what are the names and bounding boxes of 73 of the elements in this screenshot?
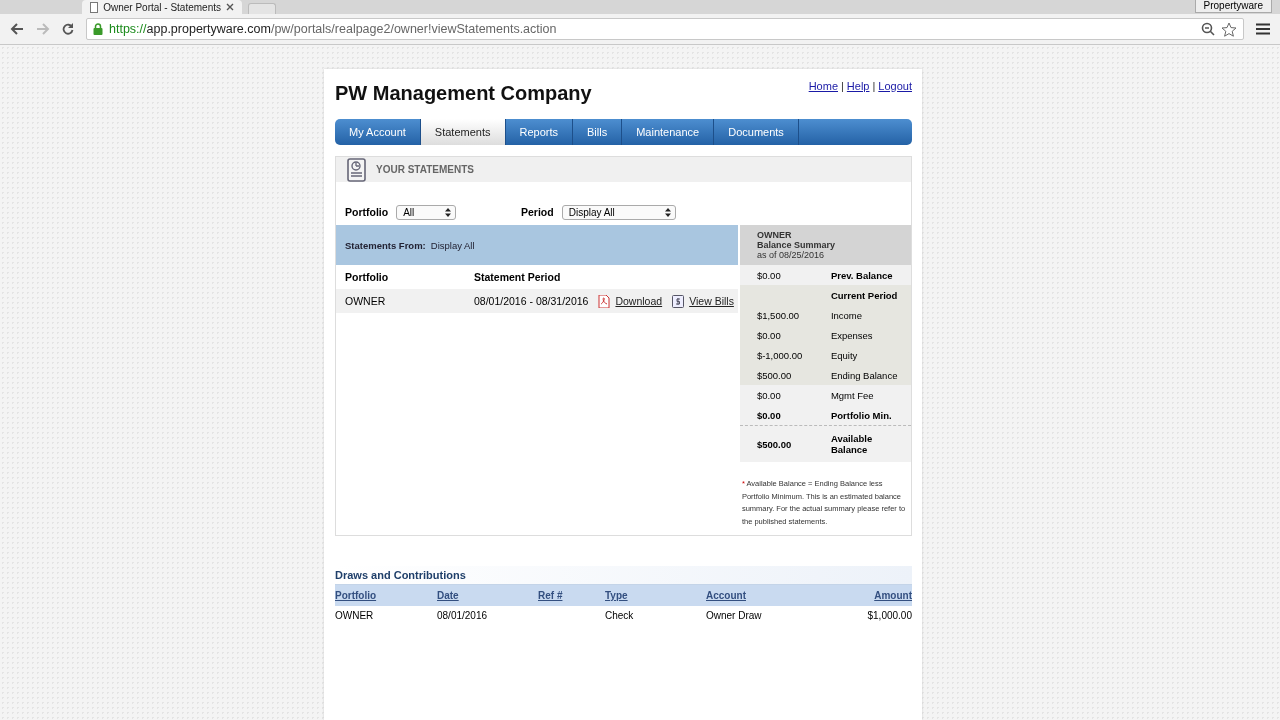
- browser-tab[interactable]: Owner Portal - Statements: [82, 0, 242, 14]
- summary-date: as of 08/25/2016: [756, 250, 825, 260]
- filter-label: Period: [521, 206, 554, 218]
- table-cell-text: 08/01/2016: [437, 610, 489, 621]
- filter-value: Display All: [430, 239, 475, 251]
- table-cell-text: $1,000.00: [866, 610, 912, 621]
- nav-tab[interactable]: Reports: [505, 119, 574, 145]
- summary-label: Prev. Balance: [830, 269, 894, 281]
- up-down-arrows-icon: [664, 207, 671, 217]
- column-header: Portfolio: [345, 271, 390, 283]
- summary-label: Expenses: [830, 329, 874, 341]
- summary-label: Equity: [830, 349, 859, 361]
- amount: $0.00: [756, 329, 782, 341]
- lock-icon: [93, 23, 103, 35]
- nav-tab[interactable]: Bills: [573, 119, 623, 145]
- column-header[interactable]: Type: [605, 590, 706, 601]
- download-link[interactable]: Download: [615, 295, 663, 307]
- separator: |: [872, 80, 876, 94]
- header-link[interactable]: Home: [808, 80, 838, 119]
- company-name: PW Management Company: [335, 82, 592, 106]
- tab-title: Owner Portal - Statements: [103, 1, 221, 13]
- summary-label: Mgmt Fee: [830, 389, 875, 401]
- amount: $0.00: [756, 409, 782, 421]
- separator: |: [841, 80, 844, 94]
- table-cell-text: Check: [605, 610, 635, 621]
- close-icon[interactable]: [226, 3, 234, 11]
- profile-button[interactable]: Propertyware: [1194, 0, 1272, 13]
- zoom-out-icon[interactable]: [1201, 22, 1215, 36]
- document-icon: [90, 1, 99, 13]
- amount: $0.00: [756, 269, 782, 281]
- column-header[interactable]: Account: [706, 590, 816, 601]
- summary-label: Portfolio Min.: [830, 409, 893, 421]
- header-link[interactable]: Logout: [878, 80, 912, 119]
- column-header[interactable]: Ref #: [538, 590, 605, 601]
- table-cell-text: OWNER: [335, 610, 375, 621]
- star-icon[interactable]: [1221, 21, 1237, 37]
- address-bar[interactable]: https://app.propertyware.com/pw/portals/realpage2/owner!viewStatements.action: [86, 18, 1244, 40]
- amount: $1,500.00: [756, 309, 801, 321]
- column-header[interactable]: Date: [437, 590, 538, 601]
- nav-tab[interactable]: My Account: [335, 119, 421, 145]
- amount: $-1,000.00: [756, 349, 804, 361]
- summary-owner: OWNER: [756, 230, 793, 240]
- amount: $500.00: [756, 369, 793, 381]
- summary-label: Available Balance: [830, 433, 874, 455]
- reload-icon[interactable]: [62, 23, 74, 35]
- select-field[interactable]: Display All: [561, 204, 676, 220]
- column-header[interactable]: Amount: [816, 590, 912, 601]
- nav-tab[interactable]: Maintenance: [622, 119, 715, 145]
- table-cell: 08/01/2016 - 08/31/2016: [474, 295, 589, 307]
- select-field[interactable]: All: [396, 204, 457, 220]
- up-down-arrows-icon: [445, 207, 452, 217]
- menu-icon[interactable]: [1256, 23, 1270, 35]
- nav-tab[interactable]: Documents: [714, 119, 799, 145]
- filter-label: Statements From:: [345, 239, 426, 251]
- summary-label: Income: [830, 309, 864, 321]
- amount: $500.00: [756, 438, 793, 450]
- pdf-icon: [598, 294, 611, 308]
- filter-label: Portfolio: [345, 206, 389, 218]
- summary-label: Current Period: [830, 289, 899, 301]
- bill-icon: [672, 294, 685, 308]
- summary-label: Ending Balance: [830, 369, 899, 381]
- nav-tab[interactable]: Statements: [420, 119, 506, 145]
- back-icon[interactable]: [10, 23, 24, 35]
- summary-title: Balance Summary: [756, 240, 836, 250]
- view-bills-link[interactable]: View Bills: [689, 295, 734, 307]
- column-header[interactable]: Portfolio: [335, 590, 437, 601]
- table-cell-text: OWNER: [345, 295, 387, 307]
- amount: $0.00: [756, 389, 782, 401]
- column-header: Statement Period: [474, 271, 561, 283]
- section-title: Draws and Contributions: [335, 566, 912, 585]
- section-title: YOUR STATEMENTS: [376, 164, 474, 175]
- table-cell-text: Owner Draw: [706, 610, 763, 621]
- header-link[interactable]: Help: [846, 80, 870, 119]
